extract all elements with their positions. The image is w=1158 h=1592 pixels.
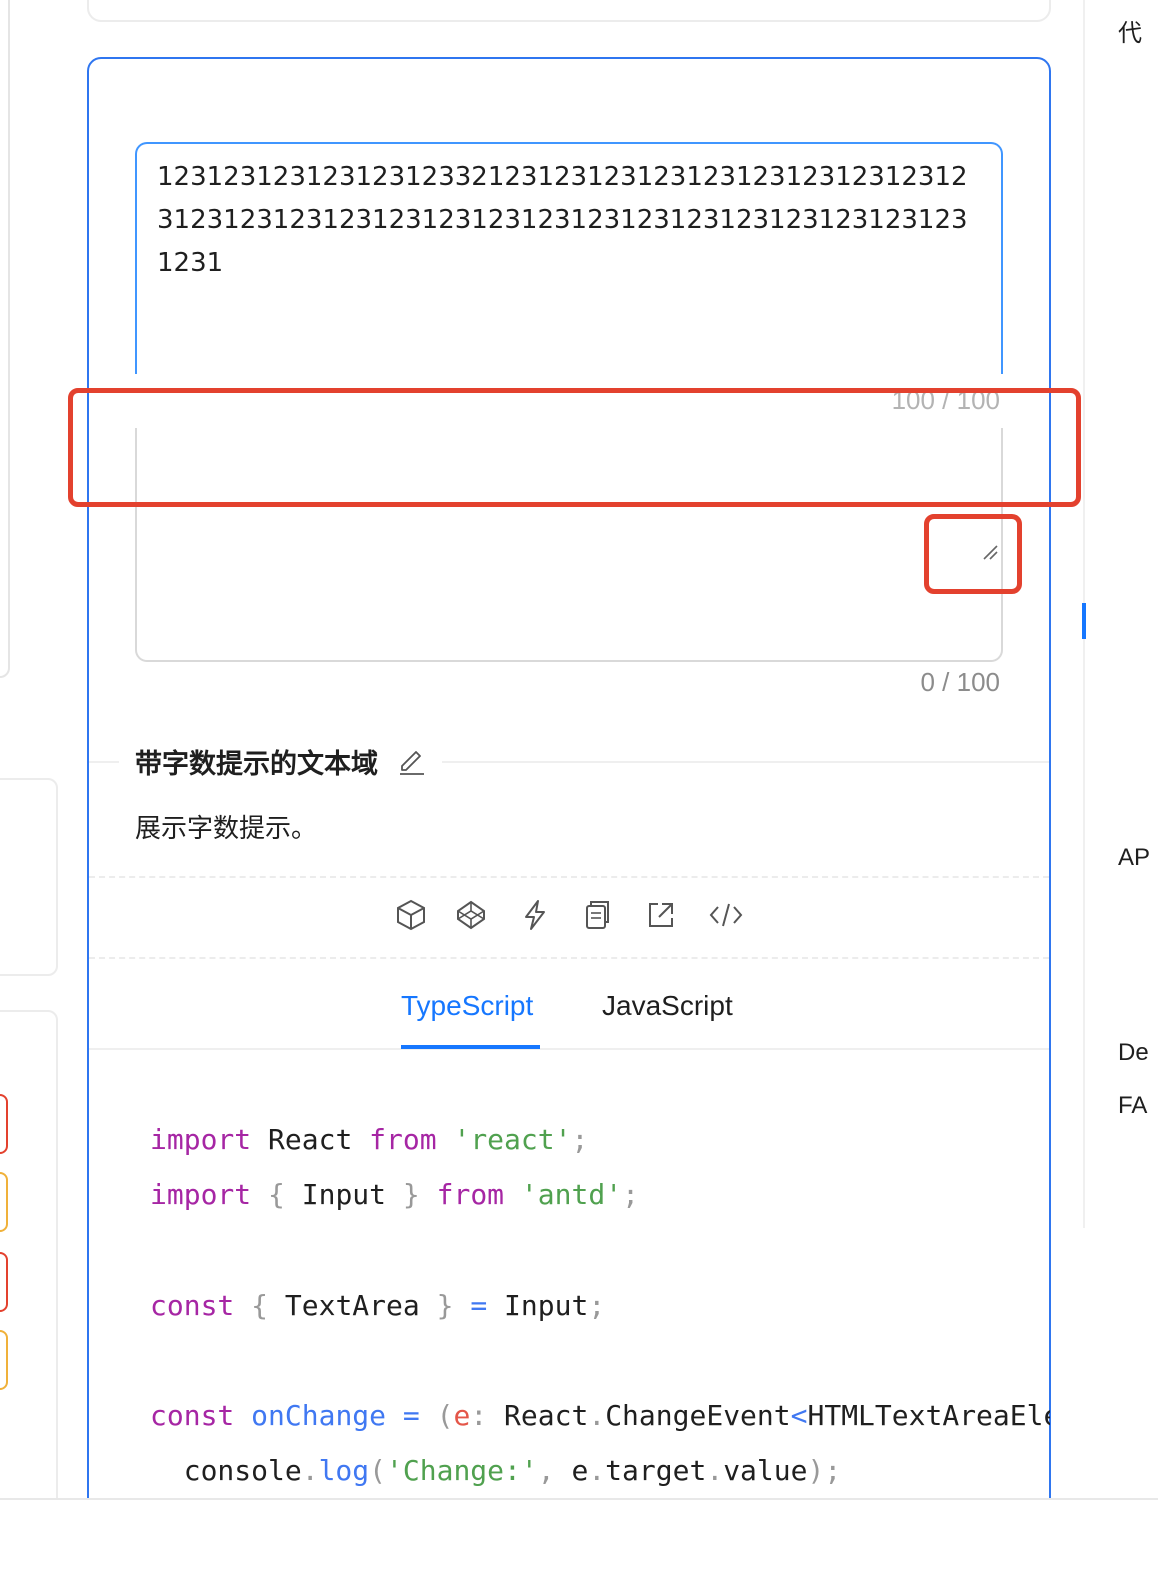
dashed-divider-2 xyxy=(89,957,1049,959)
expand-code-icon[interactable] xyxy=(708,898,744,932)
toc-active-indicator xyxy=(1082,603,1086,639)
toc-item-api[interactable]: AP xyxy=(1118,840,1158,876)
stackblitz-icon[interactable] xyxy=(518,898,552,932)
textarea-filled[interactable]: 1231231231231231233212312312312312312312… xyxy=(135,142,1003,374)
previous-demo-card xyxy=(87,0,1051,22)
left-card-fragment-2 xyxy=(0,778,58,976)
tabs-divider xyxy=(89,1048,1049,1050)
divider-right xyxy=(442,761,1049,763)
code-line-2: import { Input } from 'antd'; xyxy=(150,1178,639,1211)
divider-left xyxy=(89,761,119,763)
left-card-fragment-1 xyxy=(0,0,10,678)
bottom-bar xyxy=(0,1498,1158,1592)
demo-description: 展示字数提示。 xyxy=(135,813,318,843)
code-line-4: const { TextArea } = Input; xyxy=(150,1289,606,1322)
tag-fragment-orange-2 xyxy=(0,1330,8,1390)
tab-javascript[interactable]: JavaScript xyxy=(602,986,733,1026)
toc-item-faq[interactable]: FA xyxy=(1118,1088,1158,1124)
codesandbox-icon[interactable] xyxy=(394,898,428,932)
demo-title: 带字数提示的文本域 xyxy=(135,749,378,779)
codepen-icon[interactable] xyxy=(454,898,488,932)
annotation-highlight-counter-overlap xyxy=(68,388,1081,507)
code-block: import React from 'react'; import { Inpu… xyxy=(150,1114,1050,1534)
toc-item-code[interactable]: 代 xyxy=(1118,16,1158,52)
copy-icon[interactable] xyxy=(580,898,614,932)
annotation-highlight-resize-handle xyxy=(924,514,1022,594)
tab-typescript[interactable]: TypeScript xyxy=(401,986,533,1026)
open-external-icon[interactable] xyxy=(644,898,678,932)
textarea-empty-counter: 0 / 100 xyxy=(920,667,1000,697)
tag-fragment-orange xyxy=(0,1172,8,1232)
tag-fragment-red-2 xyxy=(0,1252,8,1312)
left-card-fragment-3 xyxy=(0,1010,58,1570)
tab-active-indicator xyxy=(401,1045,540,1049)
code-line-1: import React from 'react'; xyxy=(150,1123,589,1156)
toc-item-design[interactable]: De xyxy=(1118,1035,1158,1071)
code-line-7: console.log('Change:', e.target.value); xyxy=(150,1454,842,1487)
code-line-6: const onChange = (e: React.ChangeEvent<H… xyxy=(150,1399,1050,1432)
dashed-divider xyxy=(89,876,1049,878)
tag-fragment-red xyxy=(0,1094,8,1154)
edit-icon[interactable] xyxy=(396,746,428,778)
